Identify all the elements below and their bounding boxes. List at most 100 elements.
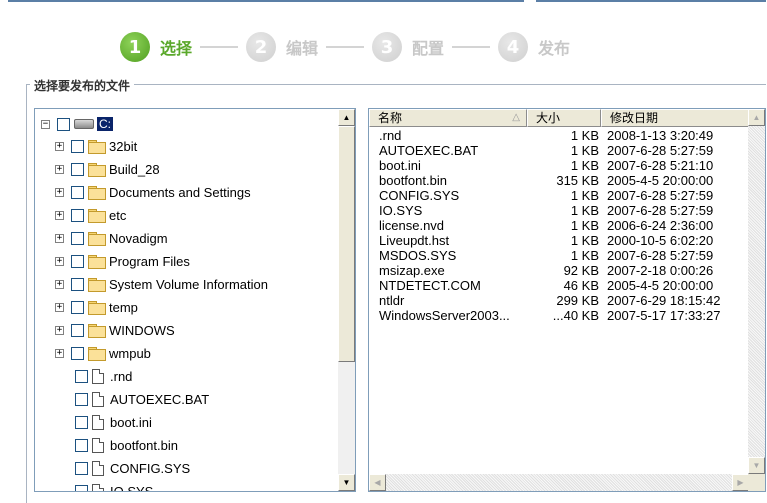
tree-node-folder[interactable]: + wmpub <box>55 342 151 364</box>
tree-checkbox[interactable] <box>71 162 84 176</box>
tree-node-folder[interactable]: + Program Files <box>55 250 190 272</box>
folder-label[interactable]: etc <box>109 208 126 223</box>
expand-icon[interactable]: + <box>55 348 64 358</box>
step-1-label: 选择 <box>160 39 193 58</box>
tree-checkbox[interactable] <box>75 438 88 452</box>
arrow-left-icon[interactable]: ◀ <box>369 474 386 491</box>
list-item[interactable]: AUTOEXEC.BAT 1 KB 2007-6-28 5:27:59 <box>369 143 749 158</box>
tree-checkbox[interactable] <box>75 392 88 406</box>
expand-icon[interactable]: + <box>55 279 64 289</box>
tree-checkbox[interactable] <box>71 231 84 245</box>
folder-label[interactable]: Documents and Settings <box>109 185 251 200</box>
expand-icon[interactable]: + <box>55 210 64 220</box>
column-modified-label: 修改日期 <box>610 111 659 125</box>
file-icon <box>92 368 104 384</box>
folder-label[interactable]: wmpub <box>109 346 151 361</box>
folder-label[interactable]: temp <box>109 300 138 315</box>
column-header-size[interactable]: 大小 <box>527 109 601 127</box>
step-3-number-icon: 3 <box>372 32 403 62</box>
file-size: 1 KB <box>570 158 599 173</box>
list-item[interactable]: .rnd 1 KB 2008-1-13 3:20:49 <box>369 128 749 143</box>
expand-icon[interactable]: + <box>55 141 64 151</box>
tree-node-file[interactable]: IO.SYS <box>75 480 153 492</box>
collapse-icon[interactable]: − <box>41 119 50 129</box>
list-item[interactable]: bootfont.bin 315 KB 2005-4-5 20:00:00 <box>369 173 749 188</box>
tree-checkbox[interactable] <box>71 277 84 291</box>
tree-checkbox[interactable] <box>71 185 84 199</box>
list-item[interactable]: MSDOS.SYS 1 KB 2007-6-28 5:27:59 <box>369 248 749 263</box>
tree-node-folder[interactable]: + 32bit <box>55 135 137 157</box>
list-item[interactable]: boot.ini 1 KB 2007-6-28 5:21:10 <box>369 158 749 173</box>
expand-icon[interactable]: + <box>55 187 64 197</box>
folder-label[interactable]: Program Files <box>109 254 190 269</box>
column-size-label: 大小 <box>536 111 561 125</box>
file-label[interactable]: boot.ini <box>110 415 152 430</box>
tree-node-drive[interactable]: − C: <box>41 113 113 135</box>
arrow-down-icon[interactable]: ▼ <box>338 474 355 491</box>
tree-node-folder[interactable]: + WINDOWS <box>55 319 175 341</box>
tree-node-folder[interactable]: + Build_28 <box>55 158 160 180</box>
arrow-right-icon[interactable]: ▶ <box>732 474 749 491</box>
folder-icon <box>88 232 106 246</box>
tree-node-folder[interactable]: + Documents and Settings <box>55 181 251 203</box>
folder-label[interactable]: WINDOWS <box>109 323 175 338</box>
tree-checkbox[interactable] <box>57 117 70 131</box>
file-size: 1 KB <box>570 203 599 218</box>
list-item[interactable]: Liveupdt.hst 1 KB 2000-10-5 6:02:20 <box>369 233 749 248</box>
tree-node-file[interactable]: AUTOEXEC.BAT <box>75 388 209 410</box>
tree-checkbox[interactable] <box>71 346 84 360</box>
tree-checkbox[interactable] <box>71 254 84 268</box>
list-item[interactable]: WindowsServer2003... ...40 KB 2007-5-17 17… <box>369 308 749 323</box>
tree-checkbox[interactable] <box>71 208 84 222</box>
list-vertical-scrollbar[interactable]: ▲ ▼ <box>748 109 765 474</box>
list-item[interactable]: ntldr 299 KB 2007-6-29 18:15:42 <box>369 293 749 308</box>
tree-scroll-thumb[interactable] <box>338 126 355 362</box>
column-header-modified[interactable]: 修改日期 <box>601 109 749 127</box>
folder-label[interactable]: Build_28 <box>109 162 160 177</box>
folder-label[interactable]: Novadigm <box>109 231 168 246</box>
column-header-name[interactable]: 名称 △ <box>369 109 527 127</box>
tree-vertical-scrollbar[interactable]: ▲ ▼ <box>338 109 355 491</box>
tree-checkbox[interactable] <box>75 415 88 429</box>
folder-label[interactable]: System Volume Information <box>109 277 268 292</box>
tree-checkbox[interactable] <box>71 323 84 337</box>
expand-icon[interactable]: + <box>55 164 64 174</box>
expand-icon[interactable]: + <box>55 302 64 312</box>
arrow-up-icon[interactable]: ▲ <box>338 109 355 126</box>
expand-icon[interactable]: + <box>55 256 64 266</box>
tree-node-folder[interactable]: + System Volume Information <box>55 273 268 295</box>
file-label[interactable]: .rnd <box>110 369 132 384</box>
drive-label[interactable]: C: <box>97 117 113 131</box>
tree-checkbox[interactable] <box>71 300 84 314</box>
tree-checkbox[interactable] <box>75 461 88 475</box>
expand-icon[interactable]: + <box>55 325 64 335</box>
tree-node-file[interactable]: bootfont.bin <box>75 434 178 456</box>
tree-checkbox[interactable] <box>71 139 84 153</box>
file-label[interactable]: CONFIG.SYS <box>110 461 190 476</box>
folder-label[interactable]: 32bit <box>109 139 137 154</box>
file-label[interactable]: bootfont.bin <box>110 438 178 453</box>
folder-icon <box>88 163 106 177</box>
list-item[interactable]: IO.SYS 1 KB 2007-6-28 5:27:59 <box>369 203 749 218</box>
tree-node-file[interactable]: boot.ini <box>75 411 152 433</box>
sort-indicator-icon: △ <box>512 112 520 123</box>
tree-node-file[interactable]: CONFIG.SYS <box>75 457 190 479</box>
tree-checkbox[interactable] <box>75 369 88 383</box>
list-item[interactable]: NTDETECT.COM 46 KB 2005-4-5 20:00:00 <box>369 278 749 293</box>
file-icon <box>92 460 104 476</box>
list-item[interactable]: CONFIG.SYS 1 KB 2007-6-28 5:27:59 <box>369 188 749 203</box>
file-label[interactable]: AUTOEXEC.BAT <box>110 392 209 407</box>
tree-node-folder[interactable]: + Novadigm <box>55 227 168 249</box>
list-item[interactable]: msizap.exe 92 KB 2007-2-18 0:00:26 <box>369 263 749 278</box>
expand-icon[interactable]: + <box>55 233 64 243</box>
tree-checkbox[interactable] <box>75 484 88 491</box>
arrow-up-icon[interactable]: ▲ <box>748 109 765 126</box>
list-horizontal-scrollbar[interactable]: ◀ ▶ <box>369 474 749 491</box>
file-label[interactable]: IO.SYS <box>110 484 153 492</box>
tree-node-file[interactable]: .rnd <box>75 365 132 387</box>
file-modified: 2007-6-28 5:27:59 <box>607 188 714 203</box>
tree-node-folder[interactable]: + temp <box>55 296 138 318</box>
list-item[interactable]: license.nvd 1 KB 2006-6-24 2:36:00 <box>369 218 749 233</box>
tree-node-folder[interactable]: + etc <box>55 204 126 226</box>
arrow-down-icon[interactable]: ▼ <box>748 457 765 474</box>
